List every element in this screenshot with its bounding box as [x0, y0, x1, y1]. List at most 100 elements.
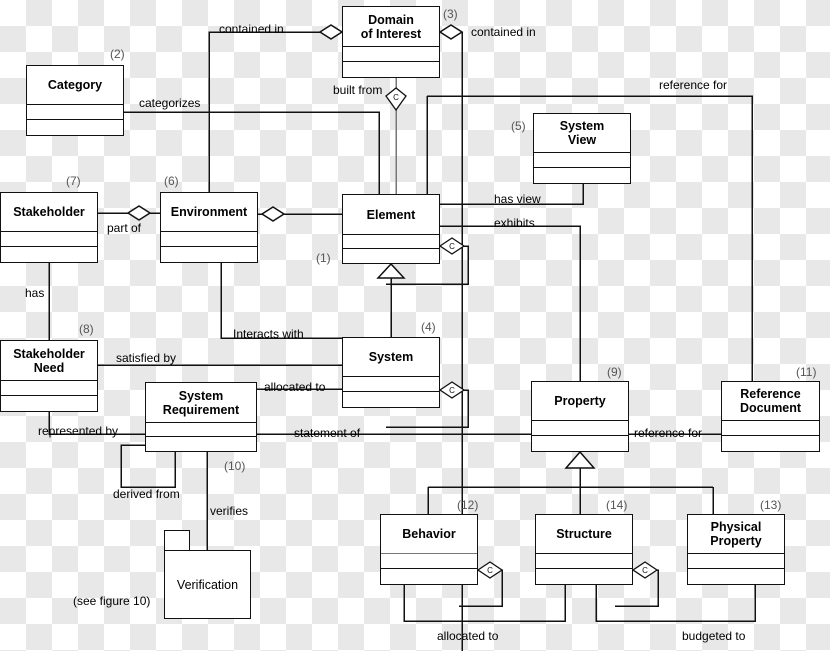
- class-attributes-compartment: [343, 47, 439, 62]
- aggregation-diamond-domain-left: [318, 24, 344, 40]
- edge-label-contained-in-right: contained in: [471, 25, 536, 39]
- class-attributes-compartment: [343, 377, 439, 392]
- class-title-behavior: Behavior: [381, 515, 477, 554]
- class-title-environment: Environment: [161, 193, 257, 232]
- diagram-canvas: C C C C C Domain of Interest (3) Categor…: [0, 0, 830, 651]
- class-box-structure[interactable]: Structure: [535, 514, 633, 585]
- class-number-stakeholder: (7): [66, 174, 81, 188]
- aggregation-diamond-domain-right: [438, 24, 464, 40]
- class-title-system-view: System View: [534, 114, 630, 153]
- svg-text:C: C: [449, 242, 455, 251]
- class-number-property: (9): [607, 365, 622, 379]
- class-number-system-view: (5): [511, 119, 526, 133]
- class-attributes-compartment: [146, 423, 256, 437]
- class-operations-compartment: [343, 62, 439, 77]
- aggregation-diamond-environment-element: [260, 206, 286, 222]
- class-box-property[interactable]: Property: [531, 381, 629, 452]
- svg-text:C: C: [487, 566, 493, 575]
- class-operations-compartment: [534, 168, 630, 183]
- class-title-system: System: [343, 338, 439, 377]
- class-box-environment[interactable]: Environment: [160, 192, 258, 263]
- edge-label-built-from: built from: [333, 83, 383, 97]
- package-label-verification: Verification: [176, 577, 239, 592]
- edge-structure-budgeted-to-physical: [595, 585, 756, 622]
- class-box-physical-property[interactable]: Physical Property: [687, 514, 785, 585]
- edge-label-satisfied-by: satisfied by: [116, 351, 177, 365]
- class-box-stakeholder-need[interactable]: Stakeholder Need: [0, 340, 98, 412]
- class-number-behavior: (12): [457, 498, 479, 512]
- composition-marker-element-self: C: [438, 237, 466, 255]
- class-box-domain-of-interest[interactable]: Domain of Interest: [342, 6, 440, 78]
- class-title-system-requirement: System Requirement: [146, 383, 256, 423]
- class-box-element[interactable]: Element: [342, 194, 440, 264]
- class-number-physical-property: (13): [760, 498, 782, 512]
- class-number-system-requirement: (10): [224, 459, 246, 473]
- class-number-system: (4): [421, 320, 436, 334]
- edge-category-categorizes-element: [124, 111, 380, 194]
- edge-label-interacts-with: Interacts with: [233, 327, 304, 341]
- edge-label-represented-by: represented by: [38, 424, 119, 438]
- class-box-system-view[interactable]: System View: [533, 113, 631, 184]
- class-box-category[interactable]: Category: [26, 65, 124, 136]
- class-box-stakeholder[interactable]: Stakeholder: [0, 192, 98, 263]
- edge-element-exhibits-property: [440, 225, 581, 381]
- class-attributes-compartment: [27, 105, 123, 120]
- composition-marker-built-from: C: [385, 87, 407, 112]
- class-attributes-compartment: [343, 235, 439, 249]
- class-attributes-compartment: [688, 554, 784, 569]
- class-number-structure: (14): [606, 498, 628, 512]
- class-title-structure: Structure: [536, 515, 632, 554]
- composition-marker-behavior-self: C: [476, 561, 504, 579]
- class-title-property: Property: [532, 382, 628, 421]
- generalization-triangle-element: [376, 262, 406, 279]
- class-number-reference-document: (11): [796, 365, 817, 379]
- class-box-behavior[interactable]: Behavior: [380, 514, 478, 585]
- edge-label-allocated-to-behavior: allocated to: [437, 629, 499, 643]
- class-attributes-compartment: [1, 381, 97, 396]
- edge-label-statement-of: statement of: [294, 426, 361, 440]
- class-box-system-requirement[interactable]: System Requirement: [145, 382, 257, 452]
- svg-text:C: C: [393, 93, 399, 102]
- class-attributes-compartment: [1, 232, 97, 247]
- edge-label-verifies: verifies: [210, 504, 249, 518]
- class-number-domain-of-interest: (3): [443, 7, 458, 21]
- class-operations-compartment: [343, 249, 439, 263]
- class-box-reference-document[interactable]: Reference Document: [721, 381, 820, 452]
- composition-marker-structure-self: C: [631, 561, 659, 579]
- edge-label-reference-for-mid: reference for: [634, 426, 703, 440]
- class-operations-compartment: [161, 247, 257, 262]
- class-title-stakeholder-need: Stakeholder Need: [1, 341, 97, 381]
- generalization-triangle-property: [564, 450, 596, 469]
- class-attributes-compartment: [536, 554, 632, 569]
- class-title-physical-property: Physical Property: [688, 515, 784, 554]
- class-number-category: (2): [110, 47, 125, 61]
- note-see-figure-10: (see figure 10): [73, 594, 151, 608]
- aggregation-diamond-part-of: [126, 205, 152, 221]
- class-title-element: Element: [343, 195, 439, 235]
- edge-label-categorizes: categorizes: [139, 96, 201, 110]
- class-operations-compartment: [532, 436, 628, 451]
- package-verification[interactable]: Verification: [164, 530, 251, 619]
- edge-behavior-allocated-to-structure: [403, 585, 566, 622]
- class-title-reference-document: Reference Document: [722, 382, 819, 421]
- class-box-system[interactable]: System: [342, 337, 440, 408]
- edge-label-part-of: part of: [107, 221, 142, 235]
- package-body: Verification: [164, 550, 251, 619]
- svg-text:C: C: [449, 386, 455, 395]
- edge-label-exhibits: exhibits: [494, 216, 535, 230]
- class-operations-compartment: [688, 569, 784, 584]
- class-number-environment: (6): [164, 174, 179, 188]
- class-title-stakeholder: Stakeholder: [1, 193, 97, 232]
- class-title-domain-of-interest: Domain of Interest: [343, 7, 439, 47]
- edge-label-budgeted-to: budgeted to: [682, 629, 746, 643]
- class-attributes-compartment: [381, 554, 477, 569]
- class-number-element: (1): [316, 251, 331, 265]
- edge-label-reference-for-top: reference for: [659, 78, 728, 92]
- package-tab: [164, 530, 190, 551]
- edge-label-has: has: [25, 286, 45, 300]
- edge-label-contained-in-left: contained in: [219, 22, 284, 36]
- svg-text:C: C: [642, 566, 648, 575]
- class-operations-compartment: [381, 569, 477, 584]
- edge-label-allocated-to-system: allocated to: [264, 380, 326, 394]
- class-attributes-compartment: [534, 153, 630, 168]
